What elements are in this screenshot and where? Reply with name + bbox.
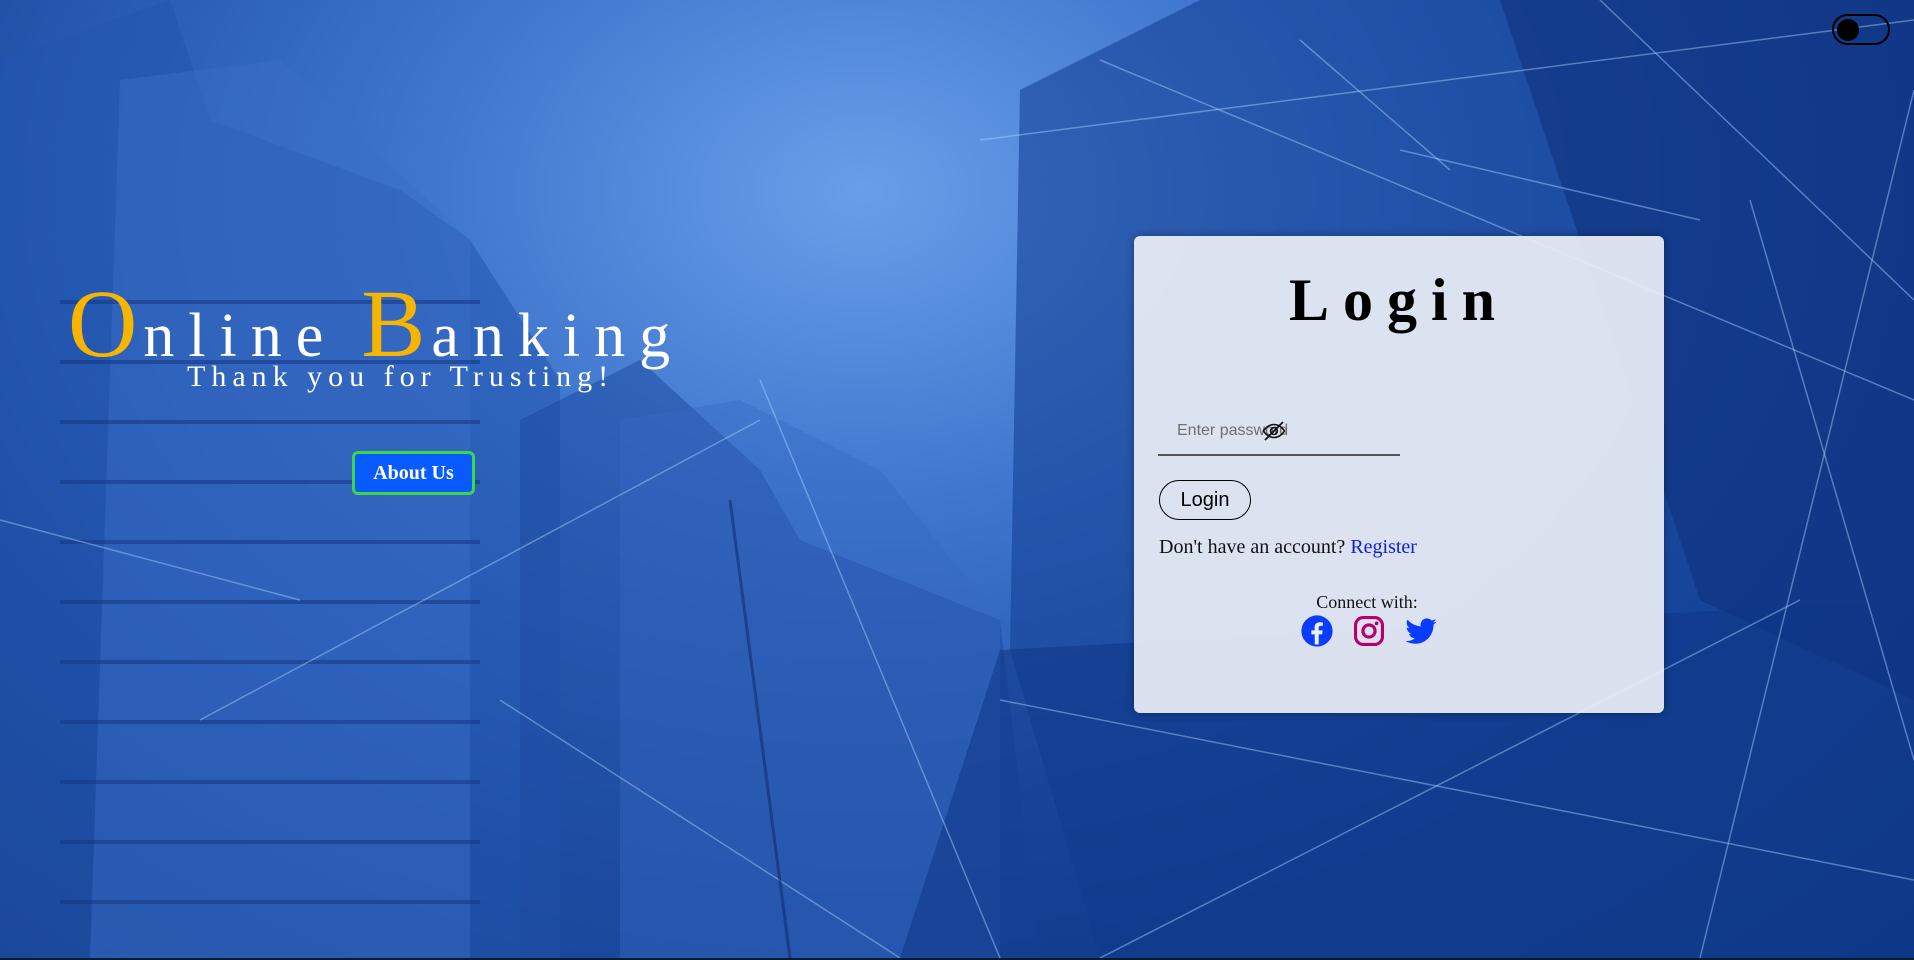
no-account-text: Don't have an account?: [1159, 536, 1346, 558]
facebook-icon[interactable]: [1300, 614, 1334, 648]
theme-toggle-switch[interactable]: [1832, 14, 1890, 45]
social-links: [1300, 614, 1500, 652]
twitter-icon[interactable]: [1404, 614, 1438, 648]
toggle-knob: [1837, 19, 1859, 41]
brand-tagline: Thank you for Trusting!: [187, 360, 615, 393]
login-card: Login Login Don't have an account? Regis…: [1134, 236, 1664, 713]
about-us-button[interactable]: About Us: [352, 451, 475, 495]
login-title: Login: [1288, 267, 1510, 333]
eye-slash-icon[interactable]: [1262, 419, 1286, 443]
login-button[interactable]: Login: [1159, 480, 1251, 520]
register-prompt: Don't have an account? Register: [1159, 536, 1417, 559]
connect-with-label: Connect with:: [1316, 592, 1418, 612]
instagram-icon[interactable]: [1352, 614, 1386, 648]
register-link[interactable]: Register: [1350, 536, 1417, 558]
brand-initial-o: O: [68, 270, 144, 377]
